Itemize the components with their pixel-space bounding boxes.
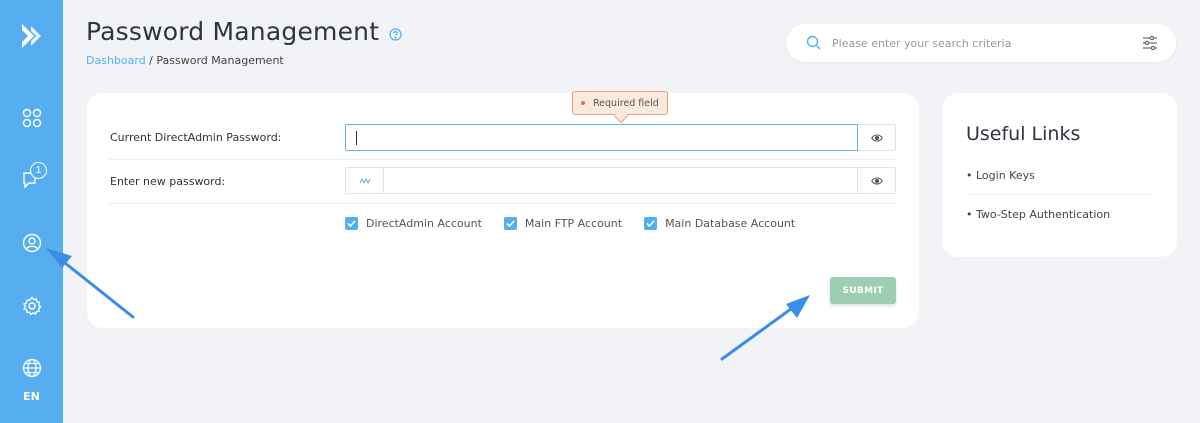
arrow-to-account-icon	[46, 248, 135, 319]
annotation-arrows	[46, 248, 810, 361]
arrow-to-submit-button	[720, 295, 810, 361]
